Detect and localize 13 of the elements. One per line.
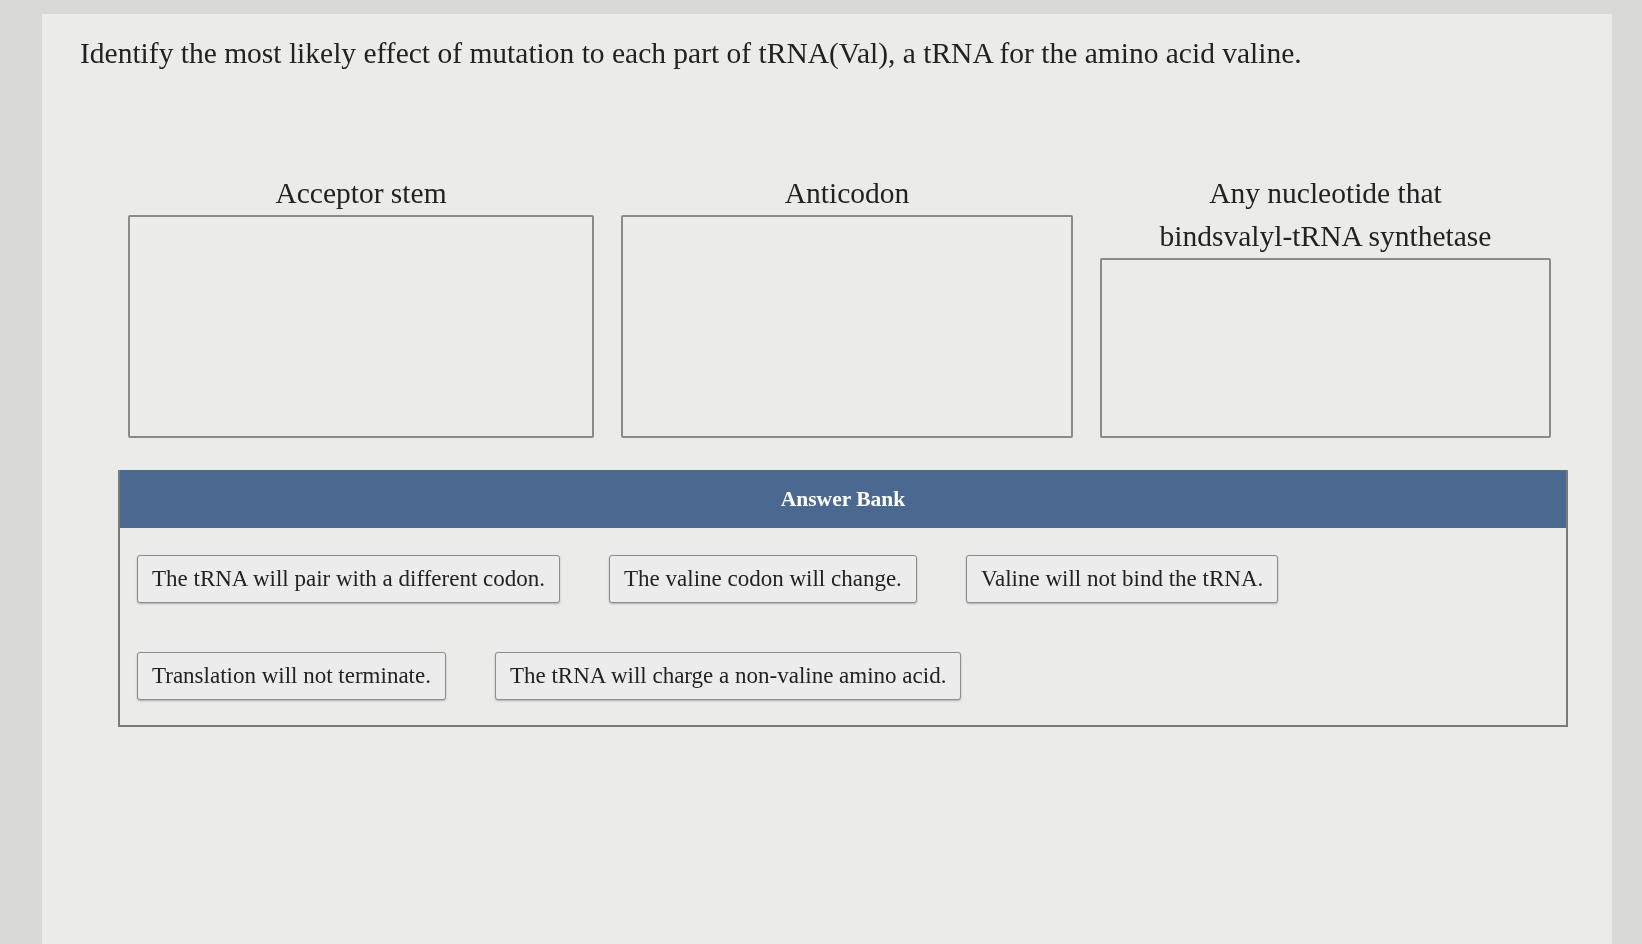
- answer-chip[interactable]: The valine codon will change.: [609, 555, 917, 603]
- question-text: Identify the most likely effect of mutation to each part of tRNA(Val), a tRNA for the amino acid valine.: [80, 36, 1303, 71]
- drop-zone-label: Acceptor stem: [274, 176, 448, 211]
- drop-zone-label: Anticodon: [783, 176, 911, 211]
- drop-box[interactable]: [621, 215, 1073, 438]
- drop-zone-label: Any nucleotide that bindsvalyl-tRNA synthetase: [1158, 176, 1493, 254]
- answer-chip[interactable]: The tRNA will pair with a different codon.: [137, 555, 561, 603]
- answer-chip[interactable]: Translation will not terminate.: [137, 652, 446, 700]
- answer-bank-title: Answer Bank: [120, 470, 1566, 528]
- drop-box[interactable]: [128, 215, 594, 438]
- drop-box[interactable]: [1100, 258, 1551, 438]
- answer-chip[interactable]: The tRNA will charge a non-valine amino acid.: [494, 652, 962, 700]
- answer-chip[interactable]: Valine will not bind the tRNA.: [965, 555, 1279, 603]
